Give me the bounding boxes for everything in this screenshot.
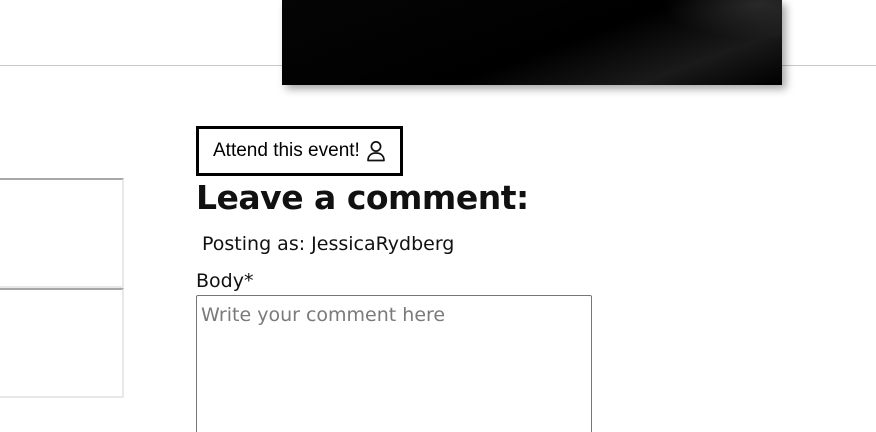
event-image [282,0,782,85]
sidebar-card[interactable] [0,288,124,398]
comment-heading: Leave a comment: [196,178,529,217]
attend-event-button[interactable]: Attend this event! [196,126,403,176]
page: Attend this event! Leave a comment: Post… [0,0,876,432]
sidebar-card[interactable] [0,178,124,288]
comment-body-textarea[interactable] [196,295,592,432]
attend-event-label: Attend this event! [213,140,360,161]
user-icon [366,140,386,162]
body-label: Body* [196,270,254,292]
posting-as-text: Posting as: JessicaRydberg [202,233,455,255]
